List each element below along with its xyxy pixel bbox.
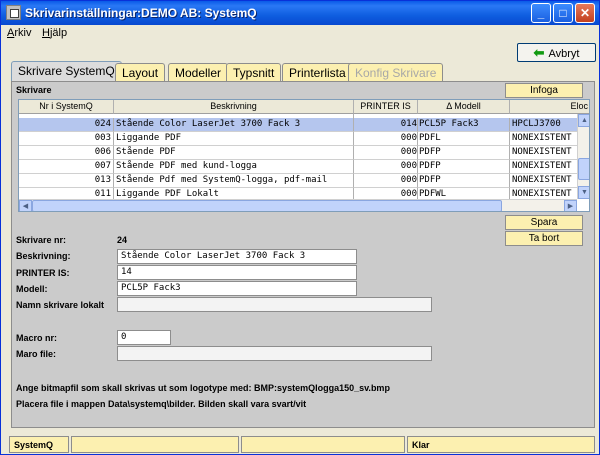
- tab-printerlista[interactable]: Printerlista: [282, 63, 353, 81]
- cell-printer-is: 000: [354, 146, 418, 160]
- scroll-down-icon[interactable]: ▼: [578, 186, 589, 199]
- beskrivning-label: Beskrivning:: [16, 251, 71, 261]
- cell-nr: 007: [19, 160, 114, 174]
- col-header-eloc[interactable]: Eloc: [510, 100, 589, 114]
- modell-field[interactable]: PCL5P Fack3: [117, 281, 357, 296]
- skrivare-panel: Skrivare Infoga Nr i SystemQ Beskrivning…: [11, 81, 595, 428]
- cell-eloc: NONEXISTENT: [510, 132, 577, 146]
- status-app-name: SystemQ: [9, 436, 69, 453]
- printer-table: Nr i SystemQ Beskrivning PRINTER IS Δ Mo…: [18, 99, 590, 212]
- cancel-button-label: Avbryt: [548, 48, 580, 60]
- cell-nr: 003: [19, 132, 114, 146]
- modell-label: Modell:: [16, 284, 48, 294]
- skrivare-nr-label: Skrivare nr:: [16, 235, 67, 245]
- cell-printer-is: 000: [354, 174, 418, 188]
- cell-printer-is: 000: [354, 160, 418, 174]
- table-row[interactable]: 013 Stående Pdf med SystemQ-logga, pdf-m…: [19, 174, 577, 188]
- vertical-scroll-thumb[interactable]: [578, 158, 589, 180]
- app-window: Skrivarinställningar:DEMO AB: SystemQ _ …: [0, 0, 600, 455]
- section-title: Skrivare: [16, 85, 52, 95]
- macro-nr-field[interactable]: 0: [117, 330, 171, 345]
- table-row[interactable]: 006 Stående PDF 000 PDFP NONEXISTENT: [19, 146, 577, 160]
- menu-hjalp[interactable]: Hjälp: [42, 27, 67, 39]
- cell-beskrivning: Stående PDF med kund-logga: [114, 160, 354, 174]
- logo-instruction-text: Ange bitmapfil som skall skrivas ut som …: [16, 383, 390, 393]
- insert-button[interactable]: Infoga: [505, 83, 583, 98]
- folder-instruction-text: Placera file i mappen Data\systemq\bilde…: [16, 399, 307, 409]
- cell-eloc: NONEXISTENT: [510, 146, 577, 160]
- namn-lokalt-label: Namn skrivare lokalt: [16, 300, 105, 310]
- scroll-right-icon[interactable]: ▶: [564, 200, 577, 211]
- tab-konfig-skrivare: Konfig Skrivare: [348, 63, 444, 81]
- col-header-printer-is[interactable]: PRINTER IS: [354, 100, 418, 114]
- col-header-beskrivning[interactable]: Beskrivning: [114, 100, 354, 114]
- window-app-icon[interactable]: [6, 5, 21, 20]
- back-arrow-icon: ⬅: [533, 45, 545, 60]
- table-row[interactable]: 007 Stående PDF med kund-logga 000 PDFP …: [19, 160, 577, 174]
- skrivare-nr-value: 24: [117, 235, 128, 245]
- tab-layout[interactable]: Layout: [115, 63, 166, 81]
- title-bar[interactable]: Skrivarinställningar:DEMO AB: SystemQ _ …: [1, 1, 599, 25]
- col-header-modell[interactable]: Δ Modell: [418, 100, 510, 114]
- maximize-button[interactable]: □: [553, 3, 573, 23]
- table-vertical-scrollbar[interactable]: ▲ ▼: [577, 114, 589, 199]
- scroll-up-icon[interactable]: ▲: [578, 114, 589, 127]
- status-panel-2: [71, 436, 239, 453]
- table-row[interactable]: 024 Stående Color LaserJet 3700 Fack 3 0…: [19, 118, 577, 132]
- tab-skrivare-systemq[interactable]: Skrivare SystemQ: [11, 61, 122, 82]
- cell-nr: 006: [19, 146, 114, 160]
- maro-file-field[interactable]: [117, 346, 432, 361]
- delete-button[interactable]: Ta bort: [505, 231, 583, 246]
- tab-typsnitt[interactable]: Typsnitt: [226, 63, 282, 81]
- cell-modell: PDFP: [418, 174, 510, 188]
- beskrivning-field[interactable]: Stående Color LaserJet 3700 Fack 3: [117, 249, 357, 264]
- cell-printer-is: 014: [354, 118, 418, 132]
- cell-modell: PCL5P Fack3: [418, 118, 510, 132]
- cell-modell: PDFL: [418, 132, 510, 146]
- cell-beskrivning: Liggande PDF: [114, 132, 354, 146]
- cell-nr: 024: [19, 118, 114, 132]
- table-row[interactable]: 003 Liggande PDF 000 PDFL NONEXISTENT: [19, 132, 577, 146]
- macro-nr-label: Macro nr:: [16, 333, 58, 343]
- cell-eloc: HPCLJ3700: [510, 118, 577, 132]
- namn-lokalt-field[interactable]: [117, 297, 432, 312]
- horizontal-scroll-thumb[interactable]: [32, 200, 502, 211]
- cell-nr: 013: [19, 174, 114, 188]
- cell-eloc: NONEXISTENT: [510, 160, 577, 174]
- close-button[interactable]: ✕: [575, 3, 595, 23]
- cancel-button[interactable]: ⬅ Avbryt: [517, 43, 596, 62]
- table-horizontal-scrollbar[interactable]: ◀ ▶: [19, 199, 577, 211]
- menu-bar: Arkiv Hjälp: [1, 25, 599, 43]
- cell-printer-is: 000: [354, 132, 418, 146]
- save-button[interactable]: Spara: [505, 215, 583, 230]
- minimize-button[interactable]: _: [531, 3, 551, 23]
- scroll-left-icon[interactable]: ◀: [19, 200, 32, 211]
- cell-modell: PDFP: [418, 160, 510, 174]
- menu-arkiv[interactable]: Arkiv: [7, 27, 31, 39]
- cell-beskrivning: Stående Pdf med SystemQ-logga, pdf-mail: [114, 174, 354, 188]
- col-header-nr[interactable]: Nr i SystemQ: [19, 100, 114, 114]
- cell-eloc: NONEXISTENT: [510, 174, 577, 188]
- cell-modell: PDFP: [418, 146, 510, 160]
- window-title: Skrivarinställningar:DEMO AB: SystemQ: [25, 6, 257, 20]
- cell-beskrivning: Stående Color LaserJet 3700 Fack 3: [114, 118, 354, 132]
- printer-is-field[interactable]: 14: [117, 265, 357, 280]
- status-state: Klar: [407, 436, 595, 453]
- tab-modeller[interactable]: Modeller: [168, 63, 229, 81]
- maro-file-label: Maro file:: [16, 349, 57, 359]
- printer-is-label: PRINTER IS:: [16, 268, 70, 278]
- status-panel-3: [241, 436, 405, 453]
- cell-beskrivning: Stående PDF: [114, 146, 354, 160]
